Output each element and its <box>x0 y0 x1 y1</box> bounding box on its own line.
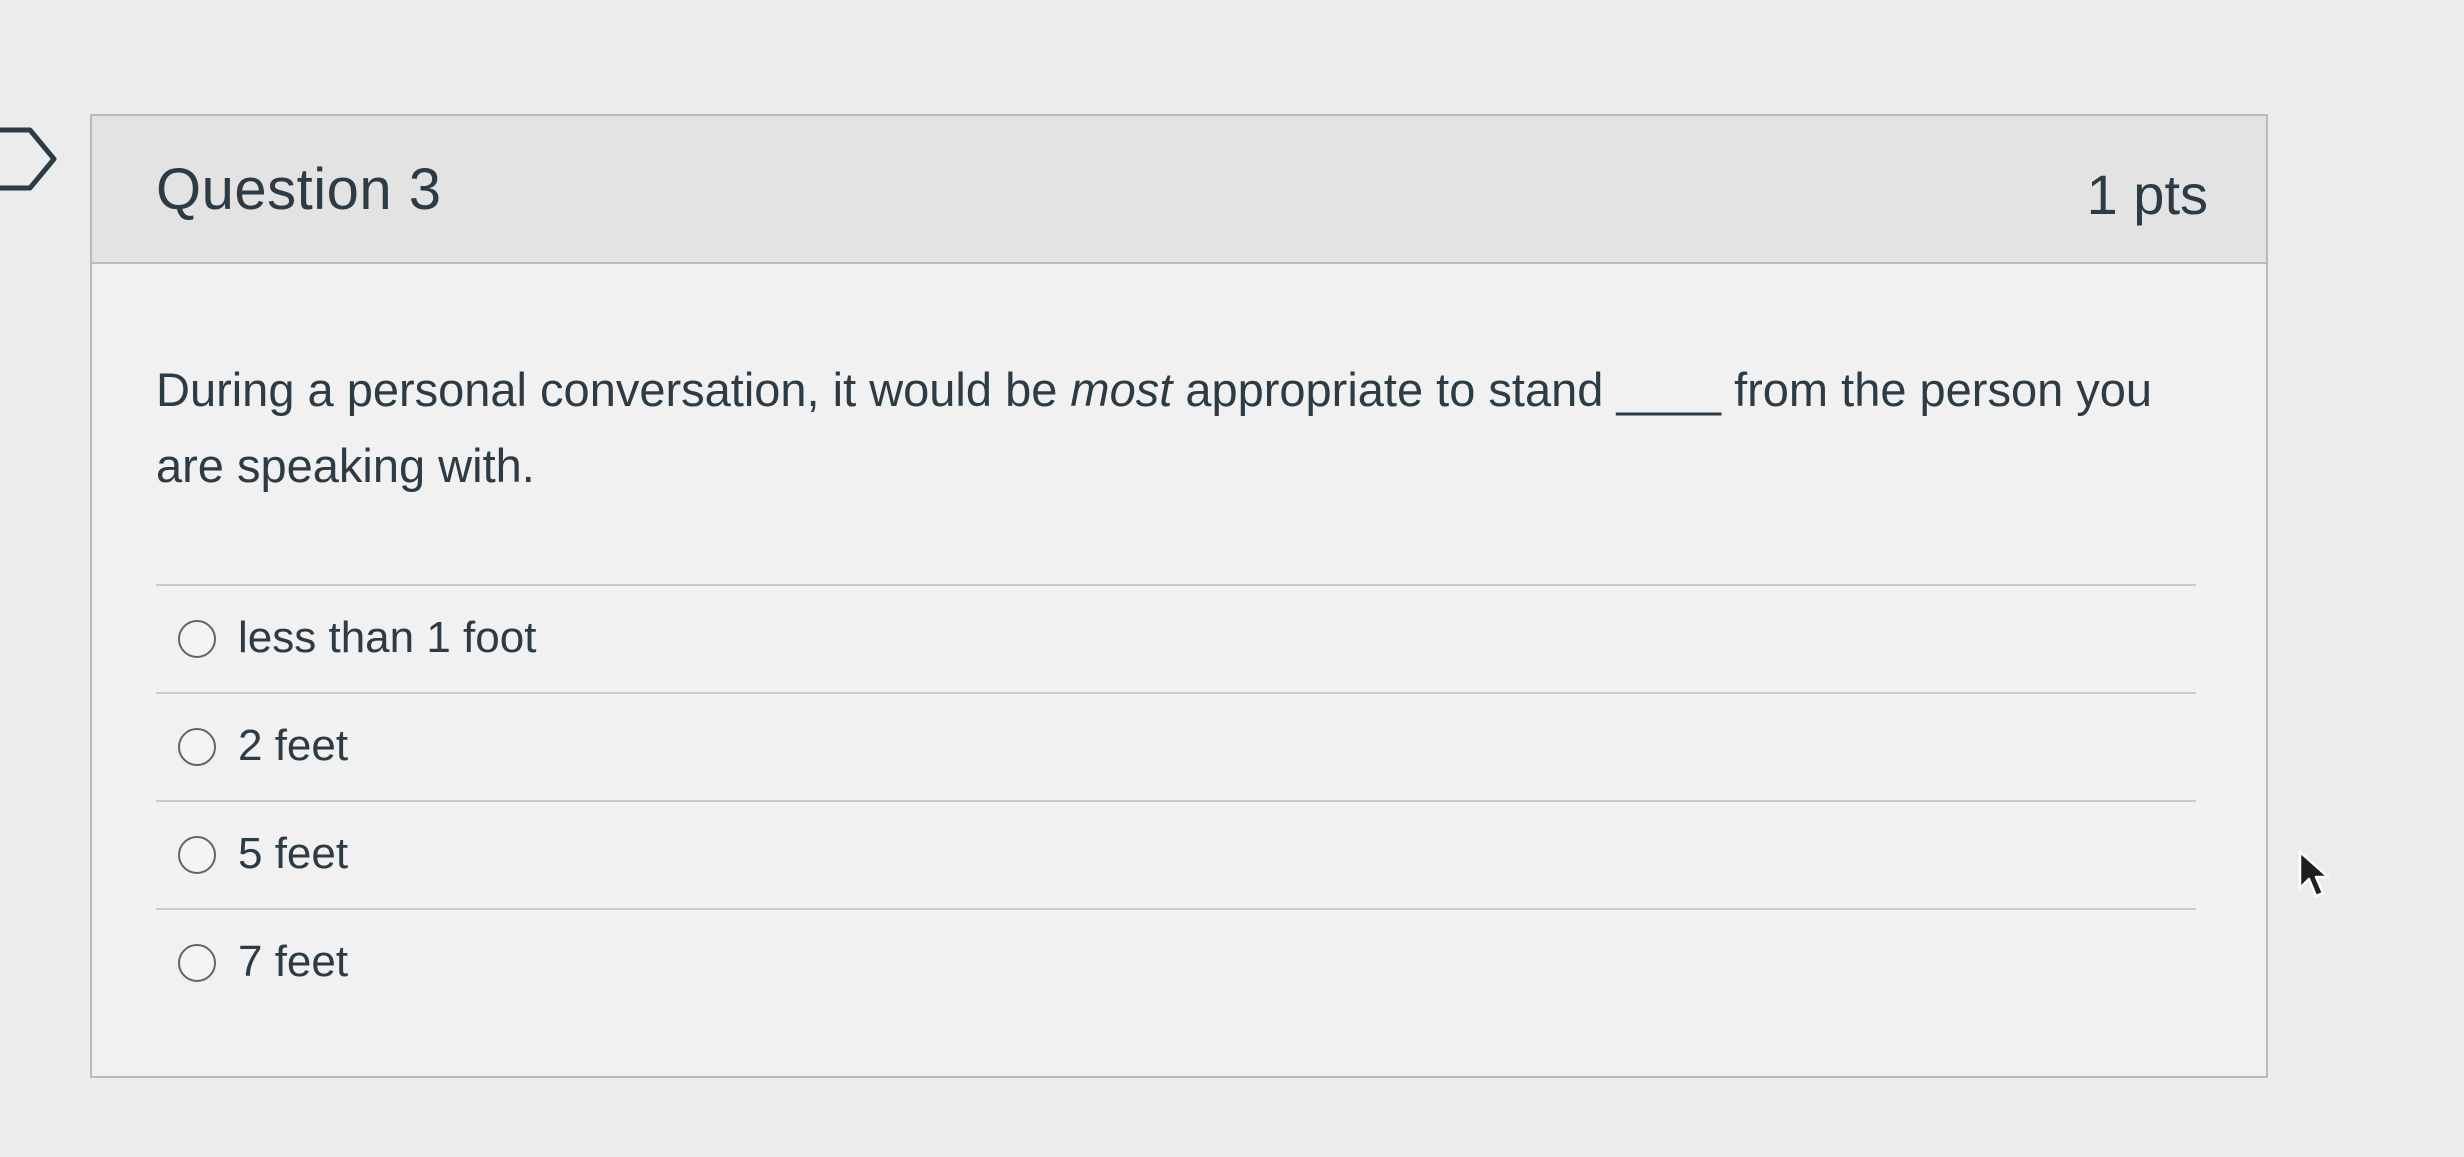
answer-label[interactable]: 7 feet <box>238 934 348 990</box>
answer-label[interactable]: 2 feet <box>238 718 348 774</box>
question-points: 1 pts <box>2086 163 2208 226</box>
radio-button-icon[interactable] <box>178 728 216 766</box>
question-header: Question 3 1 pts <box>92 116 2266 264</box>
answer-option[interactable]: 2 feet <box>156 694 2196 802</box>
question-title: Question 3 <box>156 157 442 222</box>
question-text: During a personal conversation, it would… <box>156 352 2216 504</box>
answer-label[interactable]: 5 feet <box>238 826 348 882</box>
answer-option[interactable]: 7 feet <box>156 910 2196 1018</box>
answer-option[interactable]: less than 1 foot <box>156 586 2196 694</box>
answer-label[interactable]: less than 1 foot <box>238 610 536 666</box>
question-text-start: During a personal conversation, it would… <box>156 363 1071 416</box>
question-card: Question 3 1 pts During a personal conve… <box>90 114 2268 1078</box>
answer-option[interactable]: 5 feet <box>156 802 2196 910</box>
mouse-pointer-icon <box>2298 850 2330 898</box>
question-text-emphasis: most <box>1070 363 1173 416</box>
radio-button-icon[interactable] <box>178 944 216 982</box>
radio-button-icon[interactable] <box>178 836 216 874</box>
flag-question-icon[interactable] <box>0 126 60 192</box>
radio-button-icon[interactable] <box>178 620 216 658</box>
